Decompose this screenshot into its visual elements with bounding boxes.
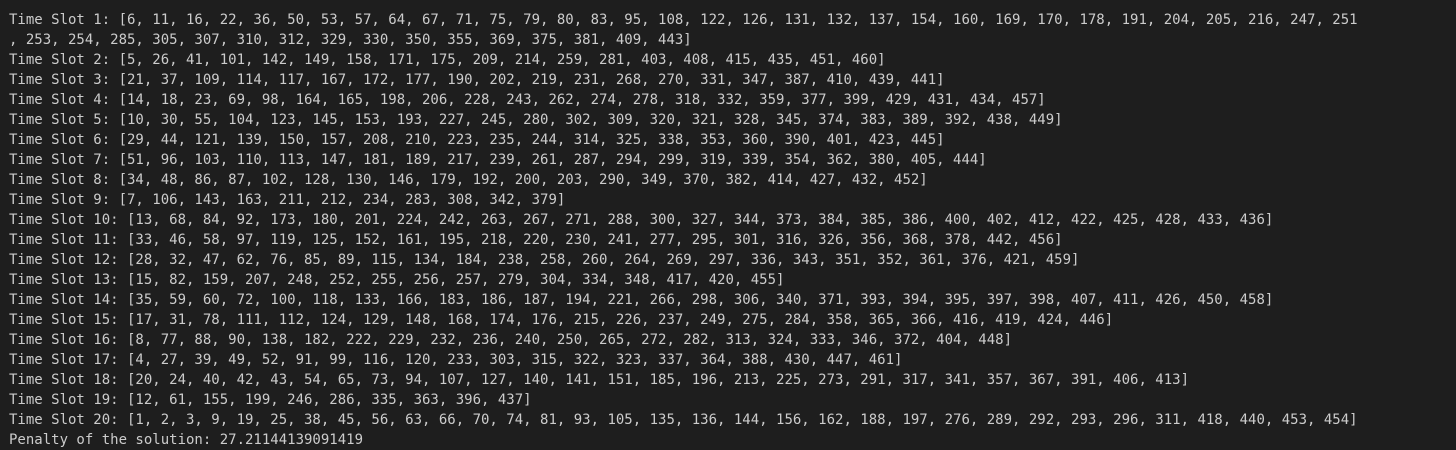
output-line-time-slot-6: Time Slot 6: [29, 44, 121, 139, 150, 157… [9,132,945,148]
output-line-time-slot-7: Time Slot 7: [51, 96, 103, 110, 113, 147… [9,152,987,168]
output-line-time-slot-16: Time Slot 16: [8, 77, 88, 90, 138, 182, … [9,332,1013,348]
output-line-time-slot-5: Time Slot 5: [10, 30, 55, 104, 123, 145,… [9,112,1063,128]
output-line-time-slot-11: Time Slot 11: [33, 46, 58, 97, 119, 125,… [9,232,1063,248]
output-line-time-slot-4: Time Slot 4: [14, 18, 23, 69, 98, 164, 1… [9,92,1046,108]
output-line-time-slot-1: Time Slot 1: [6, 11, 16, 22, 36, 50, 53,… [9,12,1358,28]
output-line-time-slot-15: Time Slot 15: [17, 31, 78, 111, 112, 124… [9,312,1114,328]
output-line-penalty: Penalty of the solution: 27.211441390914… [9,432,364,448]
output-line-time-slot-13: Time Slot 13: [15, 82, 159, 207, 248, 25… [9,272,785,288]
terminal-output: Time Slot 1: [6, 11, 16, 22, 36, 50, 53,… [0,0,1456,450]
output-line-time-slot-3: Time Slot 3: [21, 37, 109, 114, 117, 167… [9,72,945,88]
output-line-time-slot-14: Time Slot 14: [35, 59, 60, 72, 100, 118,… [9,292,1274,308]
output-line-time-slot-2: Time Slot 2: [5, 26, 41, 101, 142, 149, … [9,52,886,68]
output-line-time-slot-18: Time Slot 18: [20, 24, 40, 42, 43, 54, 6… [9,372,1190,388]
output-line-time-slot-8: Time Slot 8: [34, 48, 86, 87, 102, 128, … [9,172,928,188]
output-line-time-slot-19: Time Slot 19: [12, 61, 155, 199, 246, 28… [9,392,532,408]
output-line-time-slot-9: Time Slot 9: [7, 106, 143, 163, 211, 212… [9,192,566,208]
output-line-time-slot-20: Time Slot 20: [1, 2, 3, 9, 19, 25, 38, 4… [9,412,1358,428]
output-line-time-slot-10: Time Slot 10: [13, 68, 84, 92, 173, 180,… [9,212,1274,228]
output-line-time-slot-1-wrap: , 253, 254, 285, 305, 307, 310, 312, 329… [9,32,692,48]
output-line-time-slot-12: Time Slot 12: [28, 32, 47, 62, 76, 85, 8… [9,252,1080,268]
output-line-time-slot-17: Time Slot 17: [4, 27, 39, 49, 52, 91, 99… [9,352,903,368]
